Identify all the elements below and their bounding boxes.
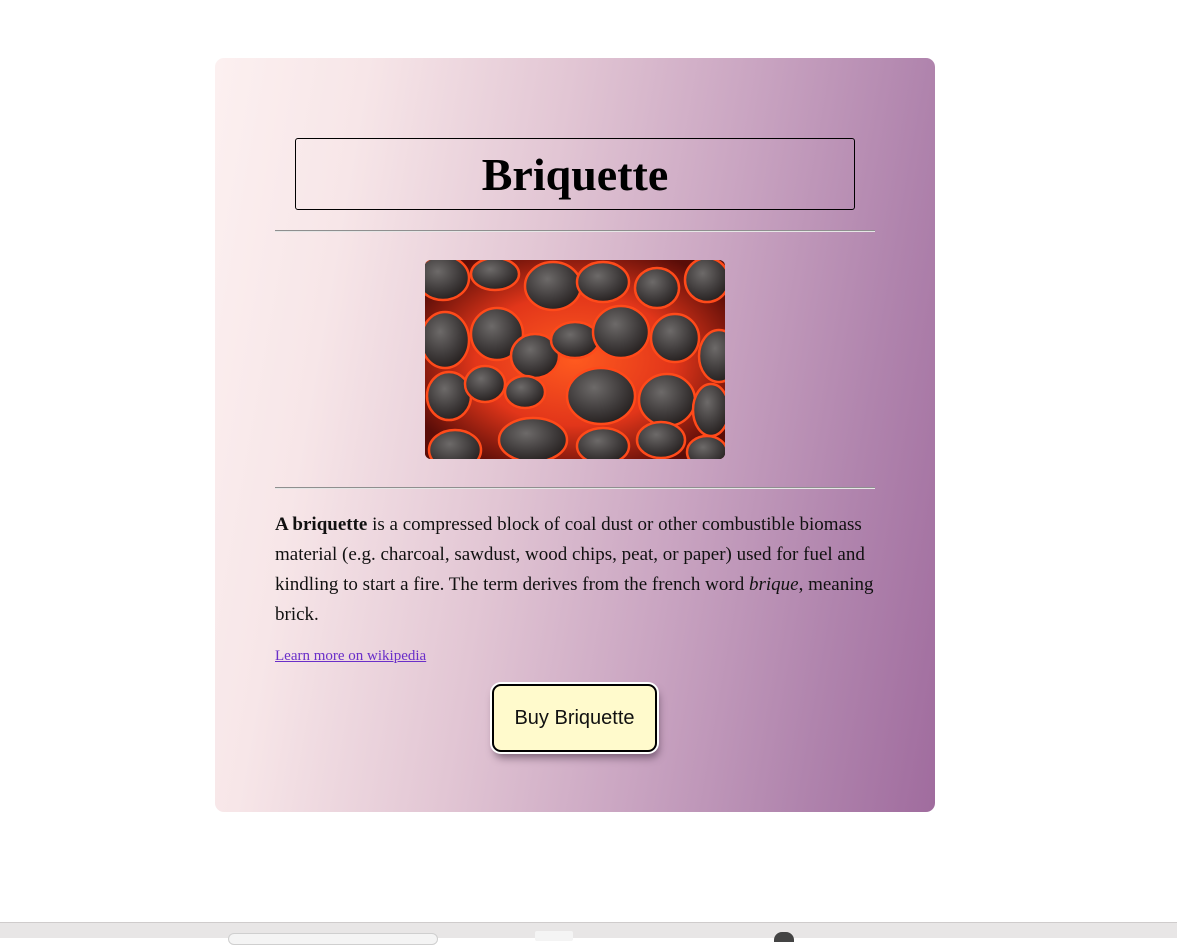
buy-button[interactable]: Buy Briquette bbox=[492, 684, 657, 752]
briquette-image bbox=[425, 260, 725, 459]
page-title: Briquette bbox=[481, 148, 669, 200]
taskbar-search[interactable] bbox=[228, 933, 438, 945]
title-box: Briquette bbox=[295, 138, 855, 210]
taskbar-item[interactable] bbox=[535, 931, 573, 941]
description-italic-word: brique bbox=[748, 574, 799, 595]
wikipedia-link[interactable]: Learn more on wikipedia bbox=[275, 648, 426, 665]
divider-bottom bbox=[275, 487, 875, 489]
taskbar-app-icon[interactable] bbox=[774, 932, 794, 942]
description: A briquette is a compressed block of coa… bbox=[275, 510, 879, 630]
taskbar bbox=[0, 922, 1177, 945]
divider-top bbox=[275, 230, 875, 232]
product-card: Briquette A briquette is a compressed bl… bbox=[215, 58, 935, 812]
description-bold-lead: A briquette bbox=[275, 514, 368, 535]
